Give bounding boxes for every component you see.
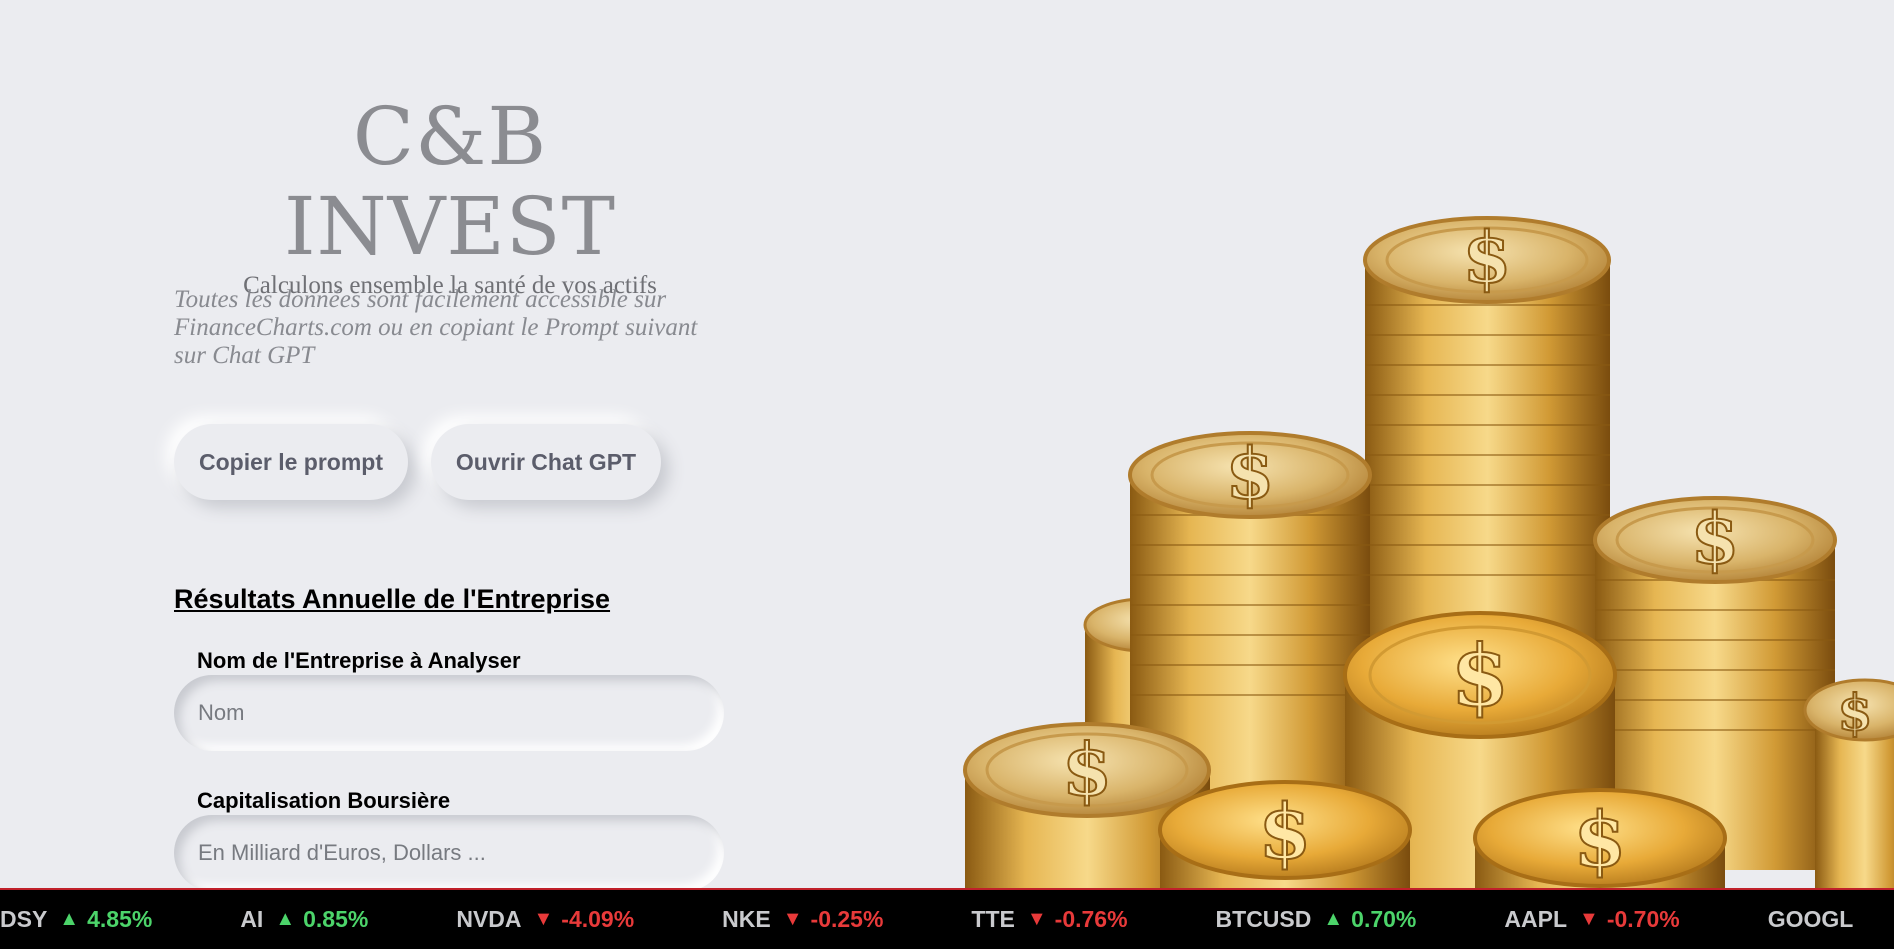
ticker-symbol: AI bbox=[240, 906, 264, 932]
ticker-symbol: NKE bbox=[722, 906, 771, 932]
ticker-symbol: BTCUSD bbox=[1215, 906, 1312, 932]
ticker-change: -0.76% bbox=[1054, 906, 1128, 932]
ticker-item: NVDA ▼ -4.09% bbox=[456, 906, 634, 933]
ticker-item: AI ▲ 0.85% bbox=[240, 906, 368, 933]
ticker-symbol: DSY bbox=[0, 906, 48, 932]
svg-text:$: $ bbox=[1691, 497, 1740, 580]
section-title: Résultats Annuelle de l'Entreprise bbox=[174, 584, 611, 614]
open-chatgpt-button[interactable]: Ouvrir Chat GPT bbox=[431, 424, 661, 500]
svg-text:$: $ bbox=[1451, 626, 1509, 725]
svg-text:$: $ bbox=[1226, 432, 1275, 515]
ticker-item: DSY ▲ 4.85% bbox=[0, 906, 152, 933]
ticker-change: -0.70% bbox=[1606, 906, 1680, 932]
arrow-up-icon: ▲ bbox=[275, 908, 296, 930]
page: C&B INVEST Calculons ensemble la santé d… bbox=[0, 0, 1894, 949]
ticker-change: -4.09% bbox=[561, 906, 635, 932]
ticker-symbol: AAPL bbox=[1504, 906, 1568, 932]
svg-text:$: $ bbox=[1259, 787, 1312, 876]
brand-header: C&B INVEST Calculons ensemble la santé d… bbox=[175, 92, 725, 300]
ticker-item: AAPL ▼ -0.70% bbox=[1504, 906, 1679, 933]
company-name-input[interactable] bbox=[174, 675, 724, 751]
ticker-item: BTCUSD ▲ 0.70% bbox=[1216, 906, 1417, 933]
ticker-change: 0.85% bbox=[303, 906, 369, 932]
ticker-change: -0.25% bbox=[810, 906, 884, 932]
svg-text:$: $ bbox=[1838, 683, 1873, 742]
stock-ticker: DSY ▲ 4.85% AI ▲ 0.85% NVDA ▼ -4.09% NKE ▼ -0.25% TT… bbox=[0, 888, 1894, 949]
intro-text: Toutes les données sont facilement acces… bbox=[174, 286, 698, 369]
ticker-change: 4.85% bbox=[87, 906, 153, 932]
ticker-item: NKE ▼ -0.25% bbox=[722, 906, 883, 933]
arrow-down-icon: ▼ bbox=[533, 908, 554, 930]
coin-stack-far-right: $ bbox=[1803, 678, 1894, 890]
company-name-label: Nom de l'Entreprise à Analyser bbox=[197, 648, 521, 673]
market-cap-input[interactable] bbox=[174, 815, 724, 891]
arrow-down-icon: ▼ bbox=[782, 908, 803, 930]
arrow-up-icon: ▲ bbox=[1323, 908, 1344, 930]
arrow-down-icon: ▼ bbox=[1026, 908, 1047, 930]
coin-front-right: $ bbox=[1473, 788, 1727, 890]
dollar-coin-stack-icon: $ $ $ $ $ $ $ $ bbox=[963, 215, 1894, 890]
ticker-track: DSY ▲ 4.85% AI ▲ 0.85% NVDA ▼ -4.09% NKE ▼ -0.25% TT… bbox=[0, 890, 1894, 949]
svg-text:$: $ bbox=[1463, 216, 1512, 299]
brand-title: C&B INVEST bbox=[284, 90, 616, 273]
ticker-change: 0.70% bbox=[1351, 906, 1417, 932]
svg-text:$: $ bbox=[1062, 727, 1112, 812]
ticker-symbol: NVDA bbox=[456, 906, 522, 932]
copy-prompt-button[interactable]: Copier le prompt bbox=[174, 424, 408, 500]
ticker-symbol: GOOGL bbox=[1767, 906, 1854, 932]
arrow-up-icon: ▲ bbox=[59, 908, 80, 930]
ticker-item: GOOGL bbox=[1768, 906, 1866, 933]
coin-front-middle: $ bbox=[1158, 780, 1412, 890]
ticker-item: TTE ▼ -0.76% bbox=[971, 906, 1127, 933]
market-cap-label: Capitalisation Boursière bbox=[197, 788, 451, 813]
arrow-down-icon: ▼ bbox=[1579, 908, 1599, 930]
ticker-symbol: TTE bbox=[971, 906, 1015, 932]
svg-text:$: $ bbox=[1574, 795, 1627, 884]
